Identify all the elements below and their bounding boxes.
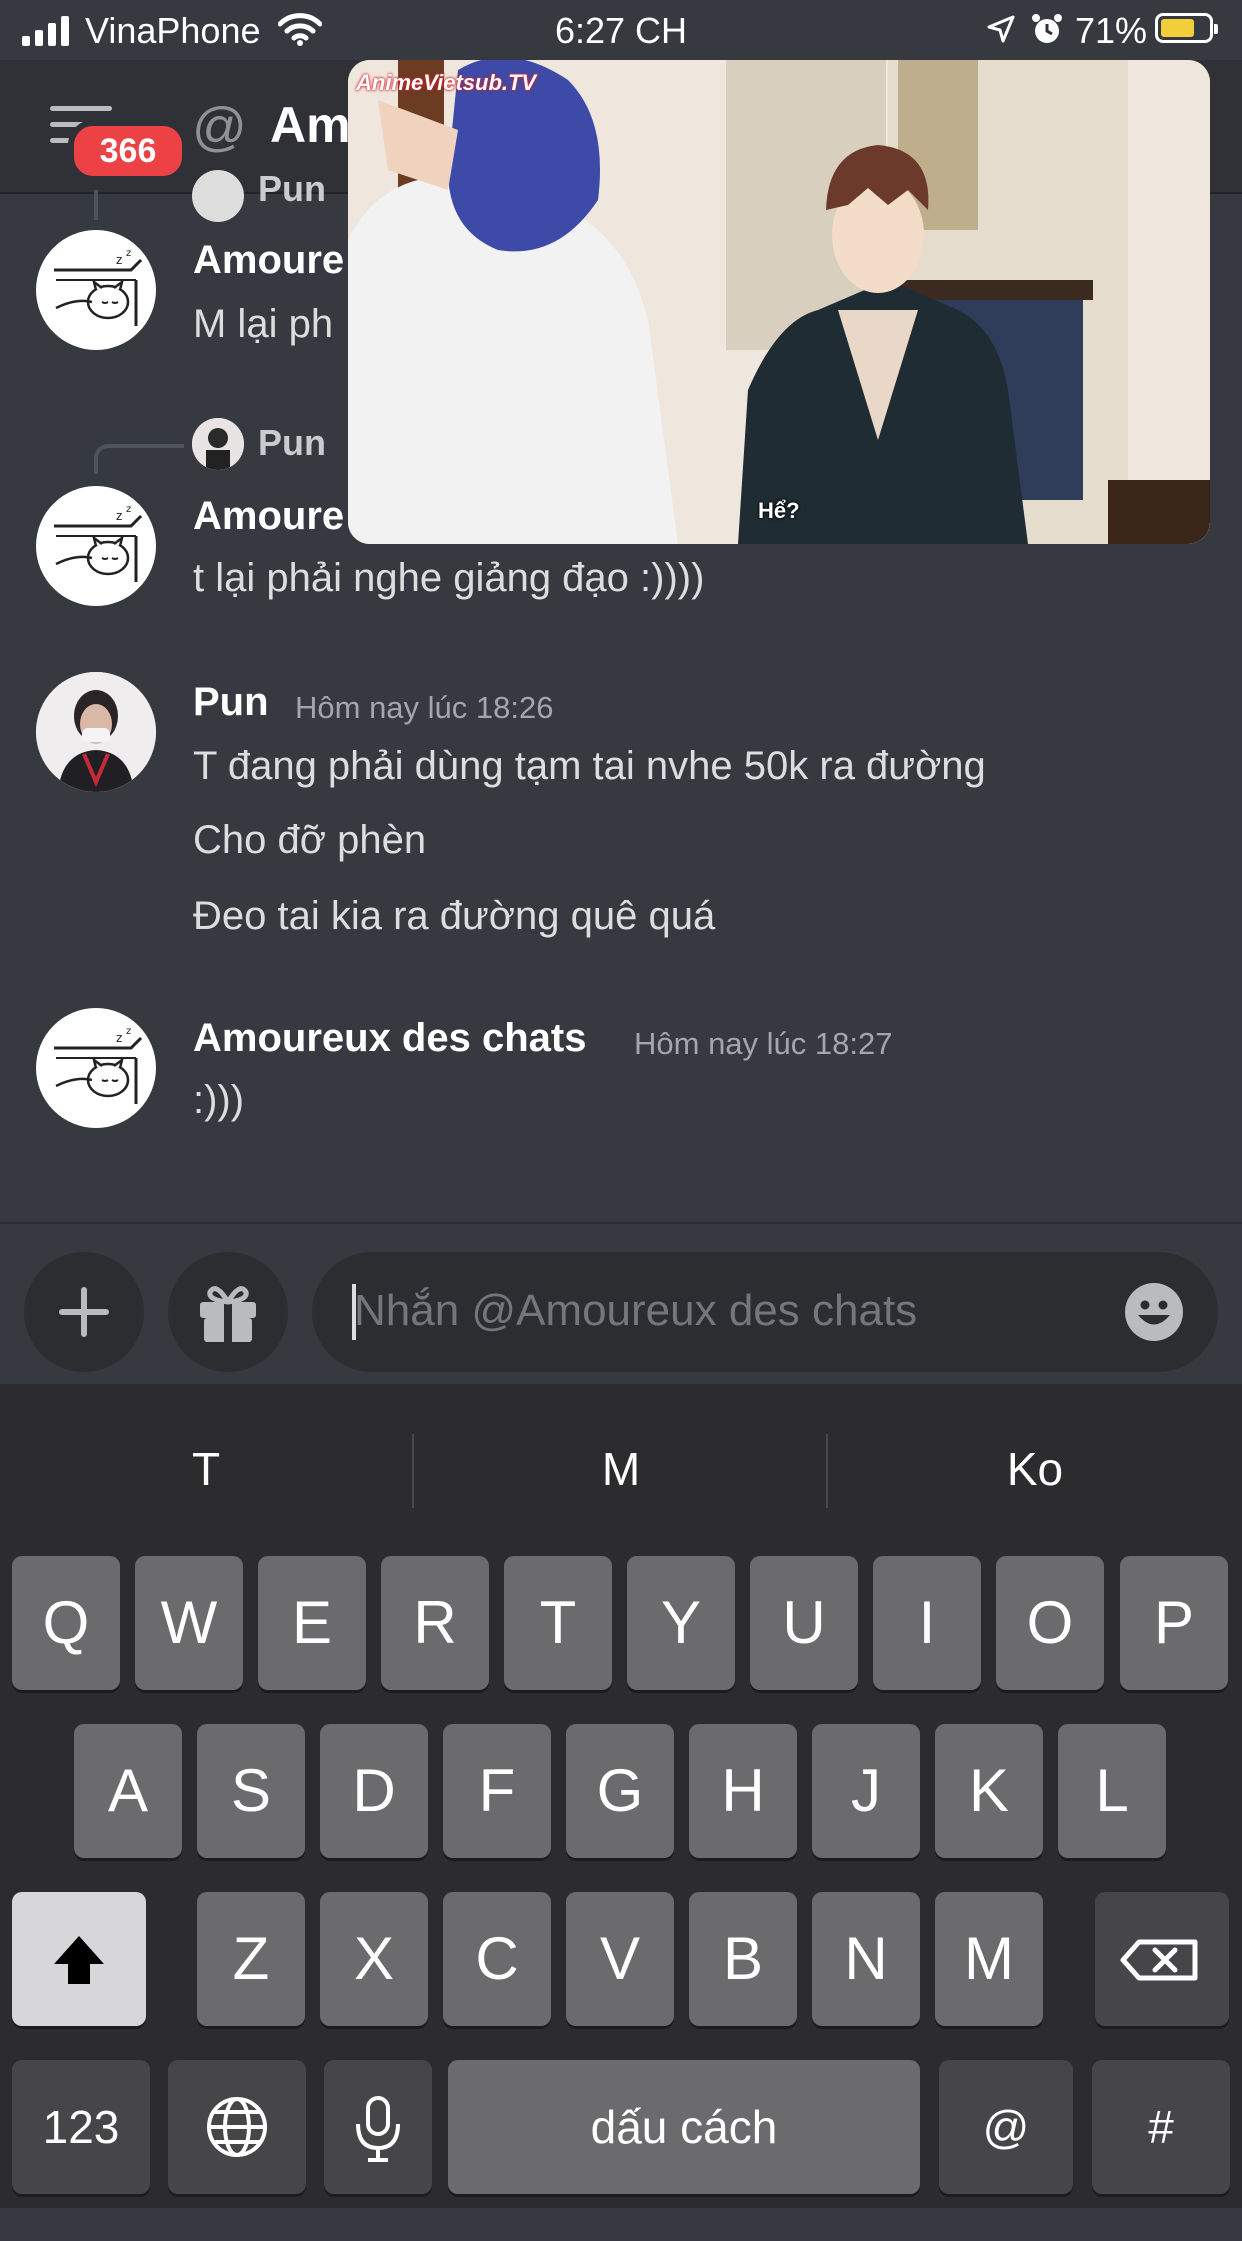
- message-timestamp: Hôm nay lúc 18:27: [634, 1026, 893, 1061]
- suggestion-3[interactable]: Ko: [885, 1442, 1185, 1496]
- alarm-icon: [1032, 14, 1062, 43]
- key-f[interactable]: F: [443, 1724, 551, 1858]
- message-timestamp: Hôm nay lúc 18:26: [295, 690, 554, 725]
- suggestion-divider: [826, 1434, 828, 1508]
- add-attachment-button[interactable]: [24, 1252, 144, 1372]
- svg-text:z: z: [126, 248, 131, 259]
- space-key[interactable]: dấu cách: [448, 2060, 920, 2194]
- message-text: t lại phải nghe giảng đạo :)))): [193, 556, 705, 600]
- key-h[interactable]: H: [689, 1724, 797, 1858]
- svg-text:z: z: [116, 509, 122, 523]
- key-m[interactable]: M: [935, 1892, 1043, 2026]
- location-icon: [987, 15, 1015, 43]
- message-author[interactable]: Pun: [193, 680, 269, 725]
- message-text: T đang phải dùng tạm tai nvhe 50k ra đườ…: [193, 744, 986, 788]
- key-t[interactable]: T: [504, 1556, 612, 1690]
- message-text: M lại ph: [193, 302, 334, 346]
- message-author[interactable]: Amoureux des chats: [193, 1016, 586, 1061]
- avatar[interactable]: z z: [36, 486, 156, 606]
- key-n[interactable]: N: [812, 1892, 920, 2026]
- channel-title[interactable]: Am: [270, 96, 351, 154]
- globe-key[interactable]: [168, 2060, 306, 2194]
- key-w[interactable]: W: [135, 1556, 243, 1690]
- suggestion-divider: [412, 1434, 414, 1508]
- key-v[interactable]: V: [566, 1892, 674, 2026]
- key-q[interactable]: Q: [12, 1556, 120, 1690]
- message-text: Cho đỡ phèn: [193, 818, 427, 862]
- key-z[interactable]: Z: [197, 1892, 305, 2026]
- reply-connector: [94, 444, 184, 474]
- key-d[interactable]: D: [320, 1724, 428, 1858]
- hash-key[interactable]: #: [1092, 2060, 1230, 2194]
- message-composer: Nhắn @Amoureux des chats: [0, 1222, 1242, 1384]
- avatar[interactable]: [36, 672, 156, 792]
- sleeping-cat-icon: z z: [54, 1026, 143, 1104]
- shift-key[interactable]: [12, 1892, 146, 2026]
- key-l[interactable]: L: [1058, 1724, 1166, 1858]
- key-r[interactable]: R: [381, 1556, 489, 1690]
- ios-keyboard: T M Ko Q W E R T Y U I O P A S D F G H J…: [0, 1384, 1242, 2208]
- globe-icon: [207, 2097, 267, 2157]
- status-bar: VinaPhone 6:27 CH 71%: [0, 0, 1242, 60]
- svg-text:z: z: [126, 1026, 131, 1037]
- avatar[interactable]: z z: [36, 230, 156, 350]
- gift-button[interactable]: [168, 1252, 288, 1372]
- key-k[interactable]: K: [935, 1724, 1043, 1858]
- battery-icon: [1155, 13, 1218, 43]
- message-author[interactable]: Amoure: [193, 494, 344, 539]
- video-subtitle: Hể?: [758, 498, 800, 523]
- key-c[interactable]: C: [443, 1892, 551, 2026]
- numbers-key[interactable]: 123: [12, 2060, 150, 2194]
- key-u[interactable]: U: [750, 1556, 858, 1690]
- sleeping-cat-icon: z z: [54, 248, 143, 326]
- avatar[interactable]: z z: [36, 1008, 156, 1128]
- key-o[interactable]: O: [996, 1556, 1104, 1690]
- reply-author: Pun: [258, 422, 326, 463]
- reply-connector: [94, 190, 180, 220]
- key-b[interactable]: B: [689, 1892, 797, 2026]
- microphone-key[interactable]: [324, 2060, 432, 2194]
- at-icon: @: [192, 97, 247, 157]
- key-e[interactable]: E: [258, 1556, 366, 1690]
- message-text: Đeo tai kia ra đường quê quá: [193, 894, 716, 938]
- svg-text:z: z: [116, 1031, 122, 1045]
- message-author[interactable]: Amoure: [193, 238, 344, 283]
- at-key[interactable]: @: [939, 2060, 1073, 2194]
- message-text: :))): [193, 1078, 245, 1122]
- suggestion-1[interactable]: T: [56, 1442, 356, 1496]
- video-watermark: AnimeVietsub.TV: [356, 70, 537, 95]
- gift-icon: [200, 1286, 256, 1342]
- battery-percent: 71%: [1075, 10, 1148, 51]
- emoji-icon[interactable]: [1124, 1282, 1184, 1342]
- user-photo-icon: [36, 672, 156, 792]
- key-p[interactable]: P: [1120, 1556, 1228, 1690]
- key-a[interactable]: A: [74, 1724, 182, 1858]
- key-x[interactable]: X: [320, 1892, 428, 2026]
- key-y[interactable]: Y: [627, 1556, 735, 1690]
- unread-badge: 366: [68, 120, 188, 182]
- reply-avatar: [192, 418, 244, 470]
- video-pip[interactable]: AnimeVietsub.TV Hể?: [348, 60, 1210, 544]
- backspace-key[interactable]: [1095, 1892, 1229, 2026]
- anime-video-frame: [348, 60, 1210, 544]
- plus-icon: [59, 1287, 109, 1337]
- svg-text:z: z: [116, 253, 122, 267]
- sleeping-cat-icon: z z: [54, 504, 143, 582]
- key-s[interactable]: S: [197, 1724, 305, 1858]
- reply-author: Pun: [258, 168, 326, 209]
- key-g[interactable]: G: [566, 1724, 674, 1858]
- svg-text:z: z: [126, 504, 131, 515]
- key-j[interactable]: J: [812, 1724, 920, 1858]
- suggestion-2[interactable]: M: [471, 1442, 771, 1496]
- message-input[interactable]: Nhắn @Amoureux des chats: [312, 1252, 1218, 1372]
- shift-icon: [54, 1936, 104, 1984]
- key-i[interactable]: I: [873, 1556, 981, 1690]
- reply-avatar: [192, 170, 244, 222]
- message-input-placeholder: Nhắn @Amoureux des chats: [354, 1286, 918, 1335]
- backspace-icon: [1120, 1939, 1198, 1981]
- microphone-icon: [356, 2096, 400, 2162]
